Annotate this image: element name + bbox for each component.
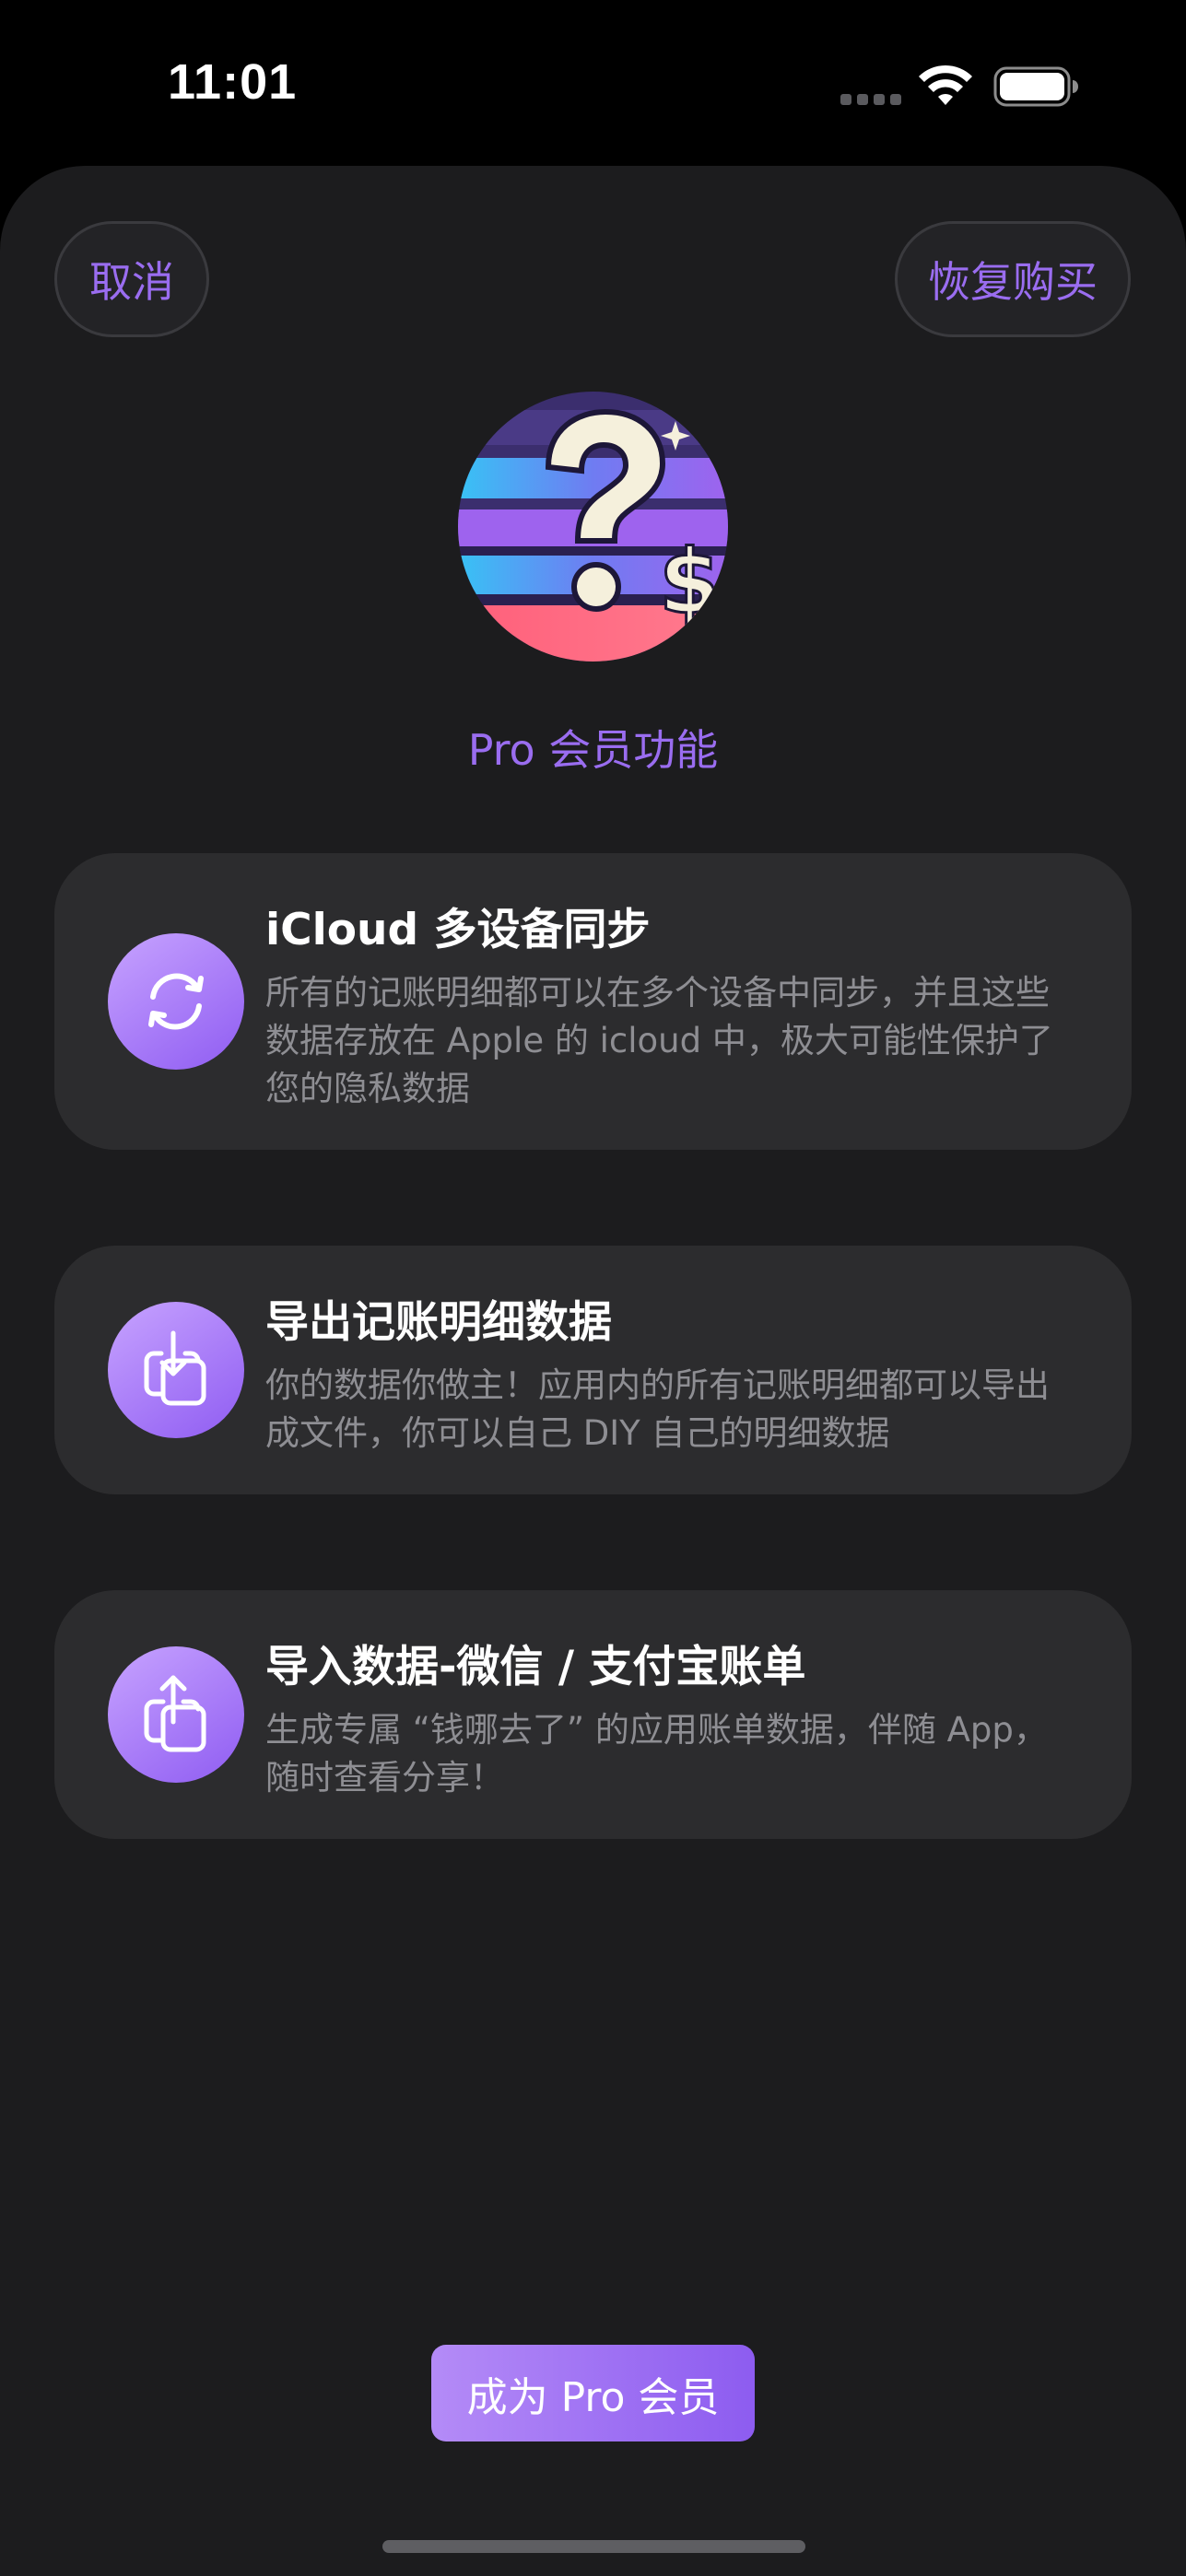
sync-icon xyxy=(108,933,244,1070)
feature-title: 导入数据-微信 / 支付宝账单 xyxy=(265,1642,806,1692)
feature-description: 生成专属 “钱哪去了” 的应用账单数据，伴随 App，随时查看分享！ xyxy=(265,1710,1048,1797)
app-logo: $ xyxy=(458,392,728,662)
restore-purchase-button[interactable]: 恢复购买 xyxy=(895,221,1131,337)
pro-sheet: 取消 恢复购买 $ Pro 会员功能 iCloud 多设备同步 所有的记账明细都… xyxy=(0,166,1186,2576)
become-pro-button[interactable]: 成为 Pro 会员 xyxy=(431,2345,755,2441)
wifi-icon xyxy=(919,64,972,105)
status-bar: 11:01 xyxy=(0,0,1186,166)
home-indicator xyxy=(382,2540,805,2553)
cellular-signal-icon xyxy=(840,94,901,105)
feature-card-export: 导出记账明细数据 你的数据你做主！应用内的所有记账明细都可以导出成文件，你可以自… xyxy=(54,1246,1132,1494)
feature-card-icloud-sync: iCloud 多设备同步 所有的记账明细都可以在多个设备中同步，并且这些数据存放… xyxy=(54,853,1132,1150)
feature-title: 导出记账明细数据 xyxy=(265,1297,612,1348)
export-icon xyxy=(108,1302,244,1438)
status-time: 11:01 xyxy=(168,54,298,110)
pro-features-title: Pro 会员功能 xyxy=(467,725,719,775)
svg-text:$: $ xyxy=(659,531,721,634)
feature-description: 你的数据你做主！应用内的所有记账明细都可以导出成文件，你可以自己 DIY 自己的… xyxy=(265,1365,1050,1453)
battery-icon xyxy=(993,66,1078,107)
feature-card-import: 导入数据-微信 / 支付宝账单 生成专属 “钱哪去了” 的应用账单数据，伴随 A… xyxy=(54,1590,1132,1839)
feature-description: 所有的记账明细都可以在多个设备中同步，并且这些数据存放在 Apple 的 icl… xyxy=(265,973,1053,1108)
import-icon xyxy=(108,1646,244,1783)
feature-title: iCloud 多设备同步 xyxy=(265,905,651,955)
cancel-button[interactable]: 取消 xyxy=(54,221,209,337)
